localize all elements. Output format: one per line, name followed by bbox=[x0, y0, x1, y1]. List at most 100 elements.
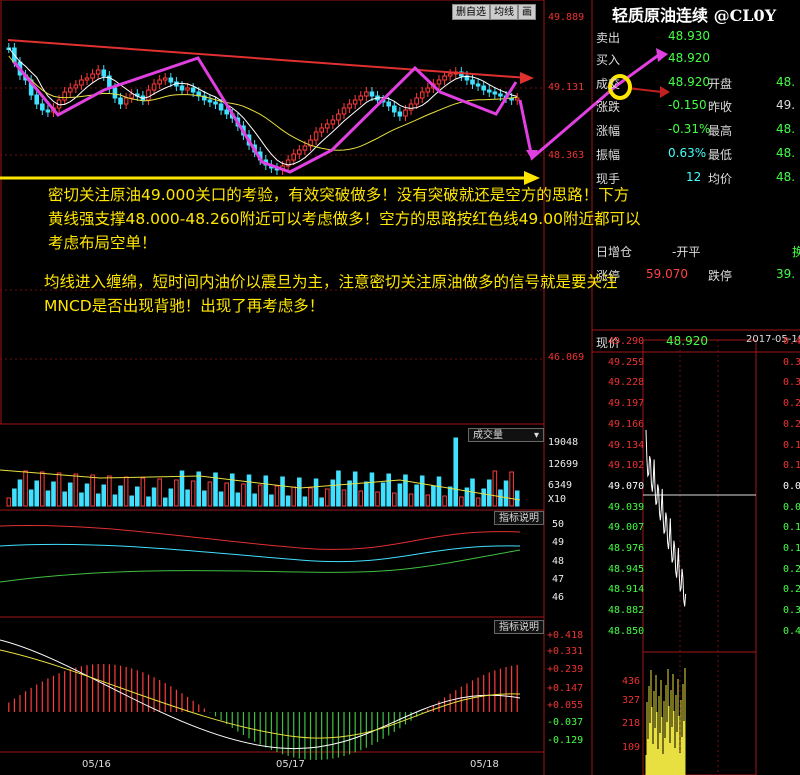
buy-label: 买入 bbox=[596, 53, 621, 67]
quote-row-last: 成交 48.920 开盘 48. bbox=[596, 72, 800, 94]
daily-label: 日增仓 bbox=[596, 245, 633, 259]
prevclose-value: 49. bbox=[776, 98, 796, 112]
candle-body bbox=[123, 97, 129, 105]
volume-bar bbox=[319, 497, 324, 507]
ind1-tick-3: 47 bbox=[552, 574, 565, 585]
volume-bar bbox=[257, 484, 263, 507]
ind2-tick-4: +0.055 bbox=[547, 700, 584, 711]
candle-body bbox=[408, 103, 414, 111]
volume-bar bbox=[269, 494, 274, 507]
annotation-line-3: 考虑布局空单！ bbox=[48, 234, 157, 252]
intraday-pct-tick: 0.2 bbox=[783, 563, 800, 575]
volume-tick-1: 12699 bbox=[548, 459, 579, 470]
intraday-price-tick: 48.882 bbox=[608, 605, 645, 617]
limit-down-label: 跌停 bbox=[708, 269, 733, 283]
candle-body bbox=[297, 149, 302, 155]
sell-value: 48.930 bbox=[668, 29, 710, 43]
candle-body bbox=[442, 75, 447, 81]
intraday-price-tick: 48.976 bbox=[608, 543, 645, 554]
ma-yellow-line bbox=[8, 55, 518, 151]
volume-bar bbox=[73, 473, 79, 507]
volume-bar bbox=[107, 475, 112, 507]
volume-bar bbox=[151, 487, 157, 507]
volume-bar bbox=[218, 491, 224, 507]
intraday-pct-tick: 0.2 bbox=[783, 584, 800, 596]
volume-bar bbox=[56, 472, 62, 507]
volume-bar bbox=[386, 473, 392, 507]
intraday-vol-0: 436 bbox=[622, 676, 641, 687]
last-value: 48.920 bbox=[668, 75, 710, 89]
volume-bar bbox=[62, 491, 67, 507]
low-value: 48. bbox=[776, 146, 796, 160]
candle-body bbox=[157, 79, 162, 85]
quote-row-sell: 卖出 48.930 bbox=[596, 26, 800, 48]
low-label: 最低 bbox=[708, 148, 733, 162]
volume-bar bbox=[280, 476, 285, 507]
volume-panel-label: 成交量 bbox=[473, 430, 503, 441]
volume-bar bbox=[224, 482, 229, 507]
intraday-pct-tick: 0.0 bbox=[783, 480, 800, 492]
volume-bar bbox=[352, 471, 358, 507]
ind2-tick-1: +0.331 bbox=[547, 646, 584, 657]
volume-bar bbox=[341, 489, 347, 507]
candle-body bbox=[190, 87, 196, 93]
candle-body bbox=[101, 69, 107, 77]
last-label: 成交 bbox=[596, 77, 621, 91]
volume-bar bbox=[419, 475, 425, 507]
volume-tick-3: X10 bbox=[548, 494, 567, 505]
volume-bar bbox=[17, 479, 23, 507]
candle-body bbox=[207, 99, 213, 103]
candle-body bbox=[341, 107, 347, 115]
indicator-panel2-button[interactable]: 指标说明 bbox=[494, 620, 544, 634]
intraday-price-line bbox=[645, 429, 687, 607]
candle-body bbox=[364, 91, 369, 97]
avg-label: 均价 bbox=[708, 172, 733, 186]
volume-bar bbox=[112, 494, 118, 507]
volume-bar bbox=[51, 481, 56, 507]
volume-bar bbox=[196, 471, 202, 507]
candle-body bbox=[168, 77, 174, 83]
quote-row-amp: 振幅 0.63% 最低 48. bbox=[596, 143, 800, 165]
limit-up-value: 59.070 bbox=[646, 267, 688, 281]
intraday-pct-tick: 0.1 bbox=[783, 543, 800, 554]
candle-body bbox=[447, 73, 453, 77]
volume-bar bbox=[168, 488, 174, 507]
indicator-panel1-button[interactable]: 指标说明 bbox=[494, 511, 544, 525]
volume-panel-dropdown[interactable]: 成交量 ▾ bbox=[468, 428, 544, 442]
ma-toggle-button[interactable]: 均线 bbox=[490, 4, 518, 20]
volume-bar bbox=[291, 486, 297, 507]
volume-bar bbox=[459, 496, 464, 507]
intraday-pct-tick: 0.1 bbox=[783, 439, 800, 451]
volume-bar bbox=[140, 477, 146, 507]
high-label: 最高 bbox=[708, 124, 733, 138]
volume-bar bbox=[101, 484, 107, 507]
volume-bar bbox=[45, 490, 51, 507]
intraday-pct-tick: 0.0 bbox=[783, 501, 800, 513]
high-value: 48. bbox=[776, 122, 796, 136]
pct-value: -0.31% bbox=[668, 122, 711, 136]
draw-button[interactable]: 画 bbox=[518, 4, 536, 20]
intraday-price-tick: 49.259 bbox=[608, 356, 645, 368]
intraday-price-tick: 48.945 bbox=[608, 563, 645, 575]
volume-bar bbox=[302, 496, 308, 507]
candle-body bbox=[352, 99, 358, 105]
volume-bar bbox=[274, 485, 280, 507]
volume-bar bbox=[380, 482, 386, 507]
intraday-price-tick: 49.007 bbox=[608, 522, 645, 534]
date-label-0: 05/16 bbox=[82, 759, 111, 770]
delete-watchlist-button[interactable]: 删自选 bbox=[452, 4, 490, 20]
candle-body bbox=[45, 109, 51, 113]
candle-body bbox=[224, 109, 229, 115]
volume-bar bbox=[185, 489, 190, 507]
annotation-line-2: 黄线强支撑48.000-48.260附近可以考虑做多！空方的思路按红色线49.0… bbox=[48, 210, 641, 228]
avg-value: 48. bbox=[776, 170, 796, 184]
intraday-price-tick: 49.134 bbox=[608, 439, 645, 451]
ind2-tick-6: -0.129 bbox=[547, 735, 584, 746]
candle-body bbox=[162, 77, 168, 81]
intraday-price-tick: 49.197 bbox=[608, 398, 645, 410]
candle-body bbox=[291, 153, 297, 161]
candle-body bbox=[403, 109, 408, 117]
ind1-tick-0: 50 bbox=[552, 519, 565, 530]
ind2-tick-5: -0.037 bbox=[547, 717, 584, 728]
volume-bar bbox=[207, 481, 213, 507]
